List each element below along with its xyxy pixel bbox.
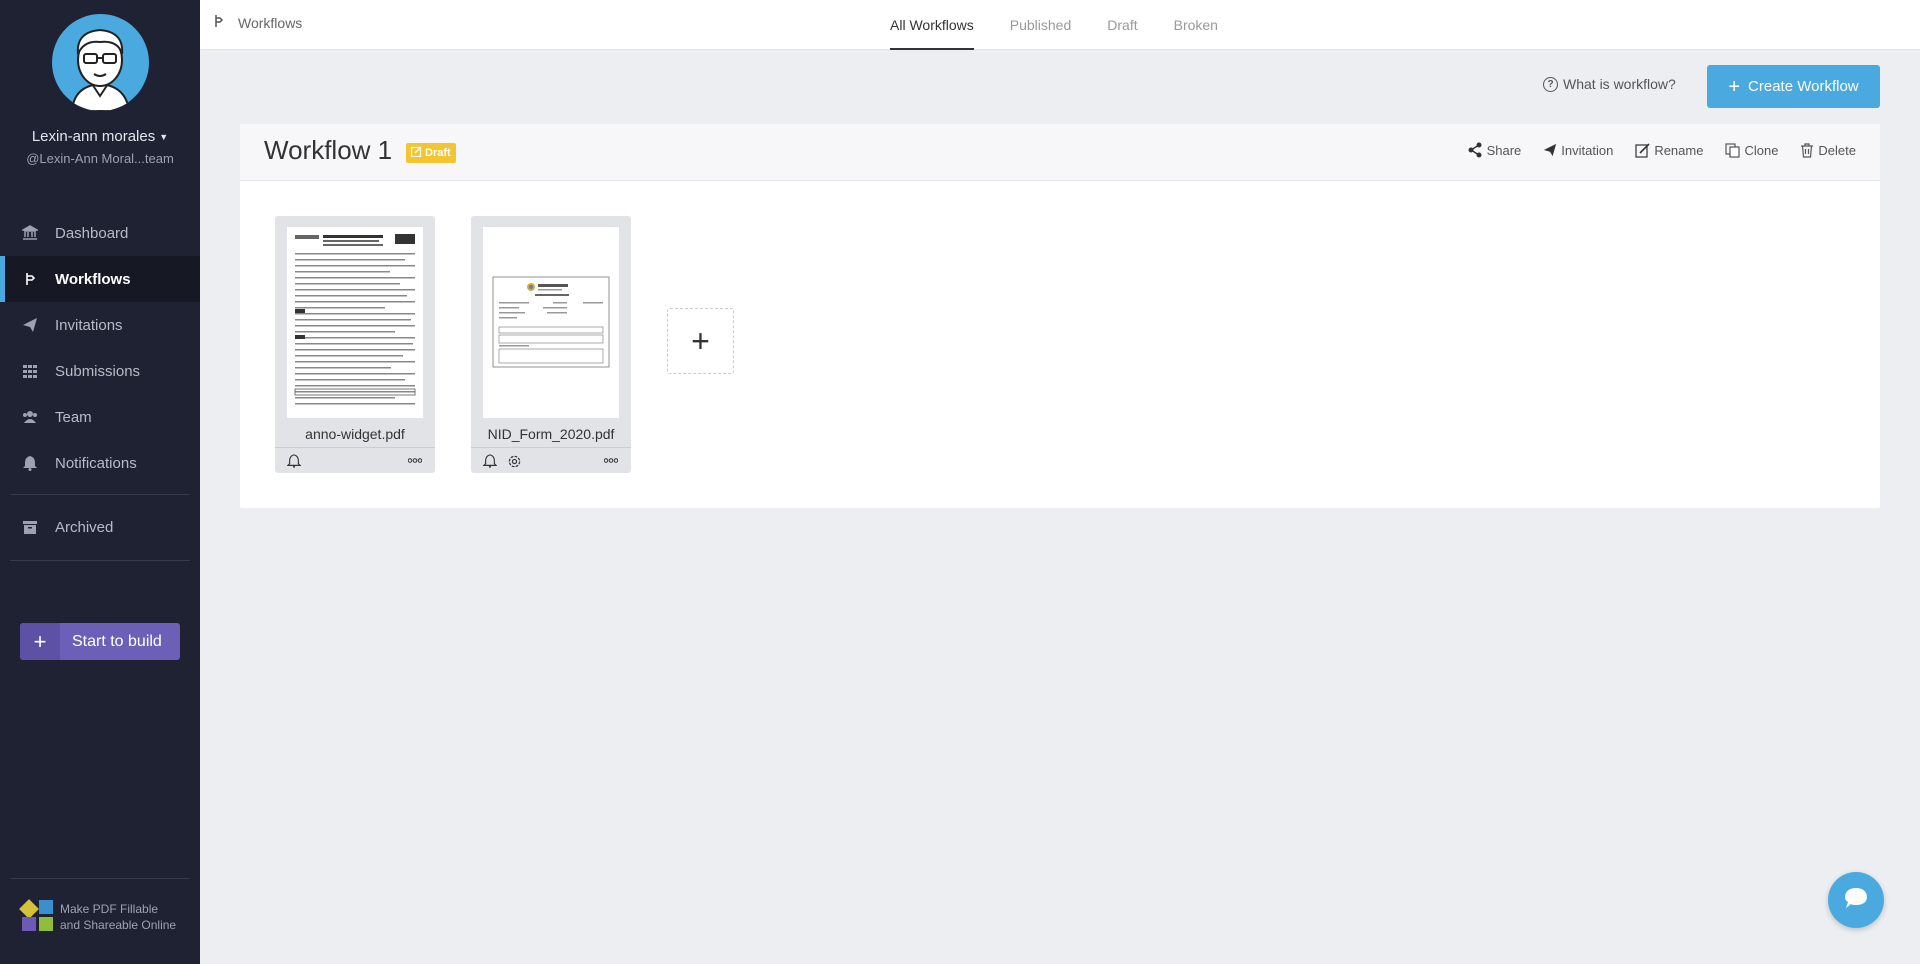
clone-button[interactable]: Clone [1725, 142, 1778, 158]
plus-icon: + [20, 623, 60, 660]
tab-draft[interactable]: Draft [1107, 0, 1137, 50]
tab-all-workflows[interactable]: All Workflows [890, 0, 974, 50]
tab-published[interactable]: Published [1010, 0, 1072, 50]
user-avatar[interactable] [52, 14, 149, 111]
user-name[interactable]: Lexin-ann morales ▼ [0, 128, 200, 145]
grid-icon [22, 363, 38, 379]
rename-button[interactable]: Rename [1635, 142, 1703, 158]
chat-button[interactable] [1828, 872, 1884, 928]
bell-icon [22, 455, 38, 471]
top-bar: Workflows All Workflows Published Draft … [200, 0, 1920, 50]
bank-icon [22, 225, 38, 241]
start-to-build-label: Start to build [72, 632, 162, 650]
sidebar-item-label: Team [55, 408, 92, 426]
invitation-label: Invitation [1561, 142, 1614, 158]
brand-logo-tile [39, 900, 53, 914]
brand-line: and Shareable Online [60, 917, 177, 932]
breadcrumb-label[interactable]: Workflows [238, 15, 302, 31]
workflow-icon [214, 14, 224, 31]
plus-icon: + [1728, 75, 1741, 98]
document-thumbnail[interactable] [483, 227, 619, 418]
breadcrumb: Workflows [214, 14, 302, 31]
question-icon: ? [1543, 76, 1558, 92]
sidebar-item-label: Invitations [55, 316, 123, 334]
archive-icon [22, 519, 38, 535]
user-handle: @Lexin-Ann Moral...team [26, 151, 174, 166]
sidebar-nav: Dashboard Workflows Invitations Submissi… [0, 210, 200, 486]
brand-logo-tile [39, 917, 53, 931]
sidebar-item-notifications[interactable]: Notifications [0, 440, 200, 486]
paper-plane-icon [1543, 143, 1557, 157]
what-is-workflow-link[interactable]: ? What is workflow? [1543, 76, 1676, 92]
paper-plane-icon [22, 317, 38, 333]
what-is-workflow-label: What is workflow? [1563, 76, 1676, 92]
workflow-icon [22, 271, 38, 287]
users-icon [22, 409, 38, 425]
add-document-button[interactable]: + [667, 308, 734, 374]
document-name: NID_Form_2020.pdf [487, 426, 615, 442]
brand-logo-tile [22, 917, 36, 931]
more-options-icon[interactable] [408, 458, 422, 463]
divider [10, 494, 190, 495]
document-card[interactable]: NID_Form_2020.pdf [471, 216, 631, 473]
user-name-label: Lexin-ann morales [31, 128, 156, 145]
chat-bubble-icon [1843, 886, 1869, 915]
edit-icon [410, 146, 422, 160]
divider [10, 878, 190, 879]
sidebar-item-invitations[interactable]: Invitations [0, 302, 200, 348]
document-name: anno-widget.pdf [305, 426, 405, 442]
sidebar-archived: Archived [0, 504, 200, 550]
document-card[interactable]: anno-widget.pdf [275, 216, 435, 473]
document-footer [275, 447, 435, 473]
brand-logo-icon [19, 899, 55, 933]
share-label: Share [1486, 142, 1522, 158]
more-options-icon[interactable] [604, 458, 618, 463]
clone-label: Clone [1744, 142, 1779, 158]
delete-label: Delete [1818, 142, 1856, 158]
clone-icon [1725, 142, 1741, 158]
sidebar-item-label: Archived [55, 518, 114, 536]
status-badge-label: Draft [425, 147, 451, 159]
sidebar-item-archived[interactable]: Archived [0, 504, 200, 550]
sidebar-item-label: Dashboard [55, 224, 129, 242]
rename-label: Rename [1654, 142, 1704, 158]
document-thumbnail[interactable] [287, 227, 423, 418]
status-badge: Draft [406, 143, 456, 163]
bell-icon[interactable] [287, 454, 301, 468]
edit-icon [1635, 142, 1650, 158]
tab-broken[interactable]: Broken [1174, 0, 1218, 50]
workflow-card: Workflow 1 Draft Share Invitation Rename… [240, 124, 1880, 508]
gear-icon[interactable] [507, 454, 522, 469]
caret-down-icon: ▼ [159, 132, 169, 143]
plus-icon: + [691, 322, 710, 359]
sidebar: Lexin-ann morales ▼ @Lexin-Ann Moral...te… [0, 0, 200, 964]
sidebar-item-workflows[interactable]: Workflows [0, 256, 200, 302]
sidebar-item-label: Submissions [55, 362, 141, 380]
sidebar-item-label: Notifications [55, 454, 137, 472]
share-icon [1467, 142, 1483, 158]
bell-icon[interactable] [483, 454, 497, 468]
workflow-actions: Share Invitation Rename Clone Delete [1445, 142, 1856, 158]
workflow-title: Workflow 1 [264, 135, 393, 165]
brand-line: Make PDF Fillable [60, 901, 159, 916]
sidebar-item-submissions[interactable]: Submissions [0, 348, 200, 394]
sidebar-item-team[interactable]: Team [0, 394, 200, 440]
trash-icon [1800, 142, 1814, 158]
brand-text: Make PDF Fillable and Shareable Online [60, 901, 176, 933]
sidebar-item-label: Workflows [55, 270, 131, 288]
create-workflow-button[interactable]: + Create Workflow [1707, 65, 1880, 108]
create-workflow-label: Create Workflow [1748, 78, 1859, 95]
invitation-button[interactable]: Invitation [1543, 142, 1613, 158]
document-footer [471, 447, 631, 473]
workflow-header: Workflow 1 Draft Share Invitation Rename… [240, 124, 1880, 181]
brand-logo-tile [19, 899, 39, 919]
start-to-build-button[interactable]: + Start to build [20, 623, 180, 660]
divider [10, 560, 190, 561]
delete-button[interactable]: Delete [1800, 142, 1856, 158]
share-button[interactable]: Share [1467, 142, 1522, 158]
tabs: All Workflows Published Draft Broken [890, 0, 1254, 50]
brand[interactable]: Make PDF Fillable and Shareable Online [19, 899, 176, 933]
sidebar-item-dashboard[interactable]: Dashboard [0, 210, 200, 256]
